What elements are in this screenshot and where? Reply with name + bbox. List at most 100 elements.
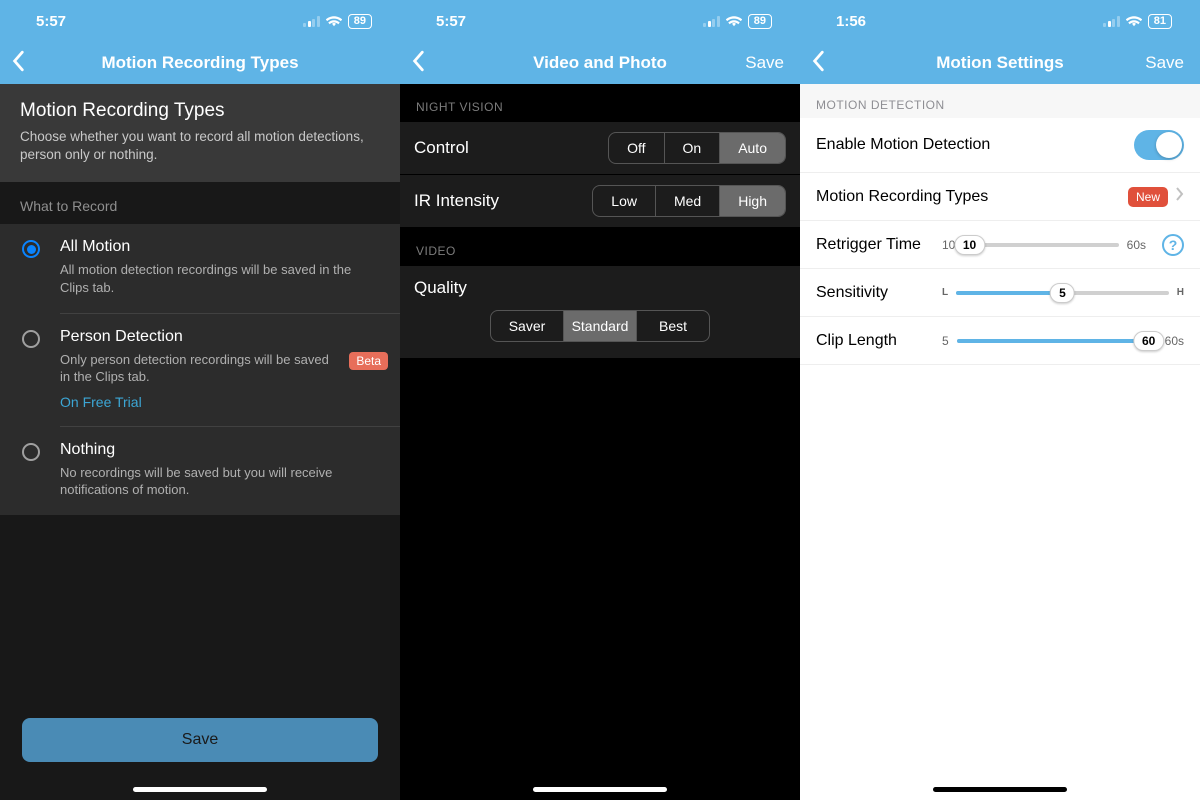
nav-bar: Motion Recording Types <box>0 42 400 84</box>
clip-length-thumb[interactable]: 60 <box>1133 331 1164 351</box>
motion-detection-section-label: MOTION DETECTION <box>800 84 1200 118</box>
control-label: Control <box>414 138 469 158</box>
options-list: All Motion All motion detection recordin… <box>0 224 400 514</box>
trial-link[interactable]: On Free Trial <box>60 394 382 410</box>
status-icons: 89 <box>303 14 372 29</box>
status-bar: 5:57 89 <box>0 0 400 42</box>
page-description: Choose whether you want to record all mo… <box>20 128 380 164</box>
quality-segmented[interactable]: Saver Standard Best <box>490 310 710 342</box>
quality-label: Quality <box>414 278 786 298</box>
retrigger-label: Retrigger Time <box>816 236 934 254</box>
control-segmented[interactable]: Off On Auto <box>608 132 786 164</box>
screen-body: MOTION DETECTION Enable Motion Detection… <box>800 84 1200 800</box>
battery-icon: 89 <box>348 14 372 29</box>
option-all-motion[interactable]: All Motion All motion detection recordin… <box>0 224 400 312</box>
home-indicator[interactable] <box>933 787 1067 792</box>
sensitivity-row: Sensitivity L 5 H <box>800 269 1200 317</box>
nav-bar: Video and Photo Save <box>400 42 800 84</box>
home-indicator[interactable] <box>533 787 667 792</box>
screen-motion-settings: 1:56 81 Motion Settings Save MOTION DETE… <box>800 0 1200 800</box>
page-title: Motion Recording Types <box>20 100 380 122</box>
nav-title: Motion Recording Types <box>101 53 298 73</box>
beta-badge: Beta <box>349 352 388 370</box>
ir-intensity-row: IR Intensity Low Med High <box>400 175 800 228</box>
option-title: Person Detection <box>60 328 382 346</box>
clip-length-label: Clip Length <box>816 332 934 350</box>
enable-motion-toggle[interactable] <box>1134 130 1184 160</box>
clip-length-row: Clip Length 5 60 60s <box>800 317 1200 365</box>
option-desc: No recordings will be saved but you will… <box>60 464 382 499</box>
cell-signal-icon <box>1103 16 1120 27</box>
nav-title: Video and Photo <box>533 53 667 73</box>
clip-length-slider[interactable]: 60 <box>957 339 1157 343</box>
control-opt-off[interactable]: Off <box>609 133 663 163</box>
help-button[interactable]: ? <box>1162 234 1184 256</box>
option-desc: All motion detection recordings will be … <box>60 261 382 296</box>
radio-icon <box>22 330 40 348</box>
save-button[interactable]: Save <box>1145 53 1184 73</box>
sensitivity-slider[interactable]: 5 <box>956 291 1169 295</box>
sensitivity-label: Sensitivity <box>816 284 934 302</box>
save-button[interactable]: Save <box>745 53 784 73</box>
wifi-icon <box>726 15 742 27</box>
screen-video-and-photo: 5:57 89 Video and Photo Save NIGHT VISIO… <box>400 0 800 800</box>
status-icons: 81 <box>1103 14 1172 29</box>
status-bar: 5:57 89 <box>400 0 800 42</box>
sensitivity-thumb[interactable]: 5 <box>1050 283 1075 303</box>
back-button[interactable] <box>412 50 426 77</box>
screen-motion-recording-types: 5:57 89 Motion Recording Types Motion Re… <box>0 0 400 800</box>
screen-body: NIGHT VISION Control Off On Auto IR Inte… <box>400 84 800 800</box>
ir-label: IR Intensity <box>414 191 499 211</box>
header-block: Motion Recording Types Choose whether yo… <box>0 84 400 182</box>
cell-signal-icon <box>303 16 320 27</box>
enable-motion-label: Enable Motion Detection <box>816 136 990 154</box>
control-opt-auto[interactable]: Auto <box>719 133 785 163</box>
section-label: What to Record <box>0 182 400 224</box>
quality-opt-standard[interactable]: Standard <box>563 311 636 341</box>
home-indicator[interactable] <box>133 787 267 792</box>
ir-opt-med[interactable]: Med <box>655 186 719 216</box>
control-opt-on[interactable]: On <box>664 133 720 163</box>
option-title: All Motion <box>60 238 382 256</box>
retrigger-thumb[interactable]: 10 <box>954 235 985 255</box>
quality-opt-best[interactable]: Best <box>636 311 709 341</box>
ir-opt-high[interactable]: High <box>719 186 785 216</box>
nav-bar: Motion Settings Save <box>800 42 1200 84</box>
sensitivity-min: L <box>942 287 948 298</box>
status-time: 5:57 <box>436 13 466 30</box>
option-person-detection[interactable]: Person Detection Only person detection r… <box>0 314 400 426</box>
battery-icon: 89 <box>748 14 772 29</box>
screen-body: Motion Recording Types Choose whether yo… <box>0 84 400 800</box>
ir-segmented[interactable]: Low Med High <box>592 185 786 217</box>
status-bar: 1:56 81 <box>800 0 1200 42</box>
nav-title: Motion Settings <box>936 53 1063 73</box>
status-time: 1:56 <box>836 13 866 30</box>
option-desc: Only person detection recordings will be… <box>60 351 382 386</box>
status-icons: 89 <box>703 14 772 29</box>
cell-signal-icon <box>703 16 720 27</box>
retrigger-row: Retrigger Time 10 10 60s ? <box>800 221 1200 269</box>
quality-opt-saver[interactable]: Saver <box>491 311 563 341</box>
clip-max: 60s <box>1165 334 1184 348</box>
clip-min: 5 <box>942 334 949 348</box>
save-button[interactable]: Save <box>22 718 378 762</box>
radio-icon <box>22 443 40 461</box>
retrigger-slider[interactable]: 10 <box>963 243 1118 247</box>
ir-opt-low[interactable]: Low <box>593 186 655 216</box>
recording-types-label: Motion Recording Types <box>816 188 988 206</box>
option-nothing[interactable]: Nothing No recordings will be saved but … <box>0 427 400 515</box>
option-title: Nothing <box>60 441 382 459</box>
back-button[interactable] <box>12 50 26 77</box>
back-button[interactable] <box>812 50 826 77</box>
status-time: 5:57 <box>36 13 66 30</box>
wifi-icon <box>326 15 342 27</box>
nightvision-section-label: NIGHT VISION <box>400 84 800 122</box>
wifi-icon <box>1126 15 1142 27</box>
recording-types-row[interactable]: Motion Recording Types New <box>800 173 1200 221</box>
battery-icon: 81 <box>1148 14 1172 29</box>
chevron-right-icon <box>1176 187 1184 206</box>
quality-row: Quality Saver Standard Best <box>400 266 800 358</box>
retrigger-max: 60s <box>1127 238 1146 252</box>
video-section-label: VIDEO <box>400 228 800 266</box>
sensitivity-max: H <box>1177 287 1184 298</box>
